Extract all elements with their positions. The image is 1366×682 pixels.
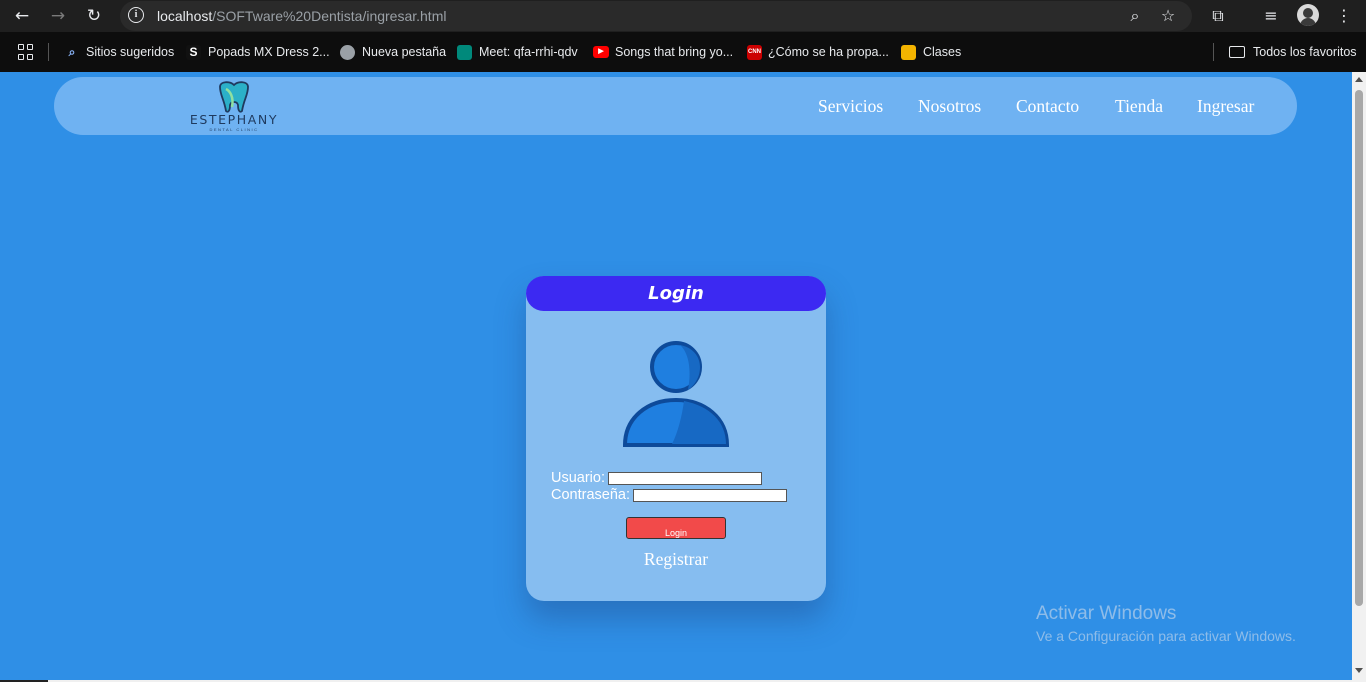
youtube-icon: ▶ [593, 46, 609, 58]
bookmarks-divider [1213, 43, 1214, 61]
login-button[interactable]: Login [626, 517, 726, 539]
meet-icon [457, 44, 472, 60]
usuario-label: Usuario: [551, 470, 605, 486]
url-host: localhost [157, 8, 213, 24]
usuario-row: Usuario: [551, 470, 762, 486]
tooth-logo-icon [219, 81, 249, 113]
password-label: Contraseña: [551, 487, 630, 503]
bookmark-label: Songs that bring yo... [615, 45, 734, 59]
search-icon: ⌕ [68, 44, 76, 59]
register-link[interactable]: Registrar [526, 549, 826, 570]
nav-ingresar[interactable]: Ingresar [1197, 96, 1254, 117]
scroll-thumb[interactable] [1355, 90, 1363, 606]
windows-activation-watermark: Activar Windows Ve a Configuración para … [1036, 603, 1296, 644]
cnn-icon: CNN [747, 44, 762, 60]
bookmark-star-icon[interactable]: ☆ [1157, 5, 1179, 27]
profile-avatar[interactable] [1297, 4, 1319, 26]
bookmark-clases[interactable]: Clases [901, 44, 961, 60]
bookmark-popads[interactable]: S Popads MX Dress 2... [186, 44, 330, 60]
login-card: Login Usuario: Contraseña: Login Registr… [526, 276, 826, 601]
logo-subtitle: DENTAL CLINIC [209, 127, 259, 132]
bookmark-label: ¿Cómo se ha propa... [768, 45, 889, 59]
zoom-icon[interactable]: ⌕ [1124, 5, 1146, 27]
bookmark-label: Meet: qfa-rrhi-qdv [479, 45, 578, 59]
usuario-input[interactable] [608, 471, 762, 485]
page-scrollbar[interactable] [1352, 72, 1366, 682]
nav-contacto[interactable]: Contacto [1016, 96, 1079, 117]
watermark-title: Activar Windows [1036, 603, 1177, 624]
bookmark-cnn[interactable]: CNN ¿Cómo se ha propa... [747, 44, 889, 60]
clinic-logo[interactable]: ESTEPHANY DENTAL CLINIC [182, 81, 286, 132]
globe-icon [340, 44, 355, 60]
bookmark-label: Popads MX Dress 2... [208, 45, 330, 59]
url-path: /SOFTware%20Dentista/ingresar.html [212, 8, 447, 24]
bookmark-label: Todos los favoritos [1253, 45, 1357, 59]
scroll-up-arrow-icon[interactable] [1355, 77, 1363, 82]
bookmarks-bar: ⌕ Sitios sugeridos S Popads MX Dress 2..… [0, 32, 1366, 72]
folder-icon [1229, 46, 1245, 58]
menu-dots-icon[interactable]: ⋮ [1332, 4, 1356, 28]
site-navbar: ESTEPHANY DENTAL CLINIC Servicios Nosotr… [54, 77, 1297, 135]
bookmark-label: Clases [923, 45, 962, 59]
site-info-icon[interactable]: i [128, 7, 144, 23]
back-arrow-icon[interactable]: ← [10, 4, 34, 28]
address-bar[interactable]: i localhost/SOFTware%20Dentista/ingresar… [120, 1, 1192, 31]
login-title: Login [526, 276, 826, 311]
bookmark-youtube[interactable]: ▶ Songs that bring yo... [593, 44, 733, 60]
user-avatar-icon [622, 341, 730, 447]
reload-icon[interactable]: ↻ [82, 4, 106, 28]
forward-arrow-icon[interactable]: → [46, 4, 70, 28]
media-control-icon[interactable]: ≡ [1259, 4, 1283, 28]
bookmark-nueva-pestana[interactable]: Nueva pestaña [340, 44, 446, 60]
nav-nosotros[interactable]: Nosotros [918, 96, 981, 117]
bookmark-label: Sitios sugeridos [86, 45, 175, 59]
bookmark-sitios-sugeridos[interactable]: ⌕ Sitios sugeridos [65, 44, 175, 60]
password-row: Contraseña: [551, 487, 787, 503]
bookmark-label: Nueva pestaña [362, 45, 447, 59]
page-viewport: ESTEPHANY DENTAL CLINIC Servicios Nosotr… [0, 72, 1352, 680]
watermark-subtitle: Ve a Configuración para activar Windows. [1036, 628, 1296, 644]
bookmarks-divider [48, 43, 49, 61]
bookmark-todos-favoritos[interactable]: Todos los favoritos [1229, 44, 1357, 60]
bookmark-meet[interactable]: Meet: qfa-rrhi-qdv [457, 44, 578, 60]
url-text[interactable]: localhost/SOFTware%20Dentista/ingresar.h… [157, 8, 446, 24]
browser-toolbar: ← → ↻ i localhost/SOFTware%20Dentista/in… [0, 0, 1366, 32]
nav-tienda[interactable]: Tienda [1115, 96, 1163, 117]
logo-name: ESTEPHANY [189, 112, 279, 127]
extensions-icon[interactable]: ⧉ [1206, 4, 1230, 28]
nav-servicios[interactable]: Servicios [818, 96, 883, 117]
scroll-down-arrow-icon[interactable] [1355, 668, 1363, 673]
password-input[interactable] [633, 488, 787, 502]
classroom-icon [901, 44, 916, 60]
s-logo-icon: S [186, 44, 201, 60]
apps-grid-icon[interactable] [18, 44, 34, 60]
